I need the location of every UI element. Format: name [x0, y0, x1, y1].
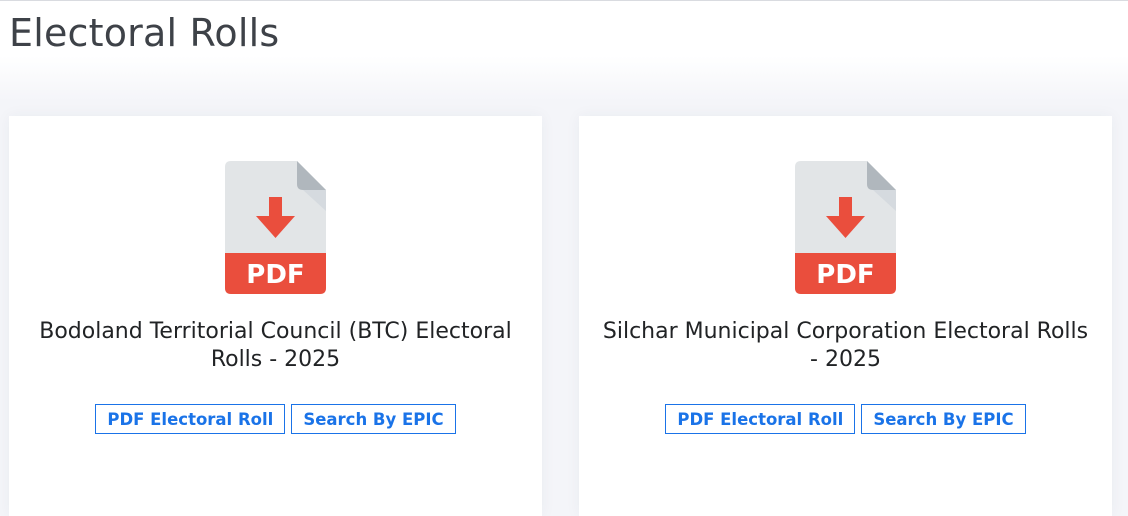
card-title: Silchar Municipal Corporation Electoral … — [602, 319, 1089, 372]
card-actions: PDF Electoral Roll Search By EPIC — [579, 404, 1112, 434]
pdf-download-icon: PDF — [795, 161, 896, 294]
pdf-download-icon: PDF — [225, 161, 326, 294]
pdf-icon-label: PDF — [246, 260, 304, 290]
search-by-epic-button[interactable]: Search By EPIC — [291, 404, 456, 434]
search-by-epic-button[interactable]: Search By EPIC — [861, 404, 1026, 434]
pdf-electoral-roll-button[interactable]: PDF Electoral Roll — [95, 404, 286, 434]
card-actions: PDF Electoral Roll Search By EPIC — [9, 404, 542, 434]
electoral-roll-card-btc: PDF Bodoland Territorial Council (BTC) E… — [9, 116, 542, 516]
card-title: Bodoland Territorial Council (BTC) Elect… — [39, 319, 512, 372]
pdf-electoral-roll-button[interactable]: PDF Electoral Roll — [665, 404, 856, 434]
electoral-roll-card-silchar: PDF Silchar Municipal Corporation Electo… — [579, 116, 1112, 516]
pdf-icon-label: PDF — [816, 260, 874, 290]
page-title: Electoral Rolls — [9, 11, 280, 55]
